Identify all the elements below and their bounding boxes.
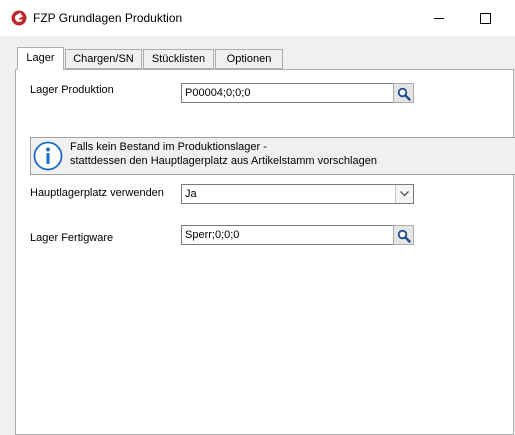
search-icon [397,229,411,243]
app-logo-icon [11,10,27,26]
maximize-icon [480,13,491,24]
tab-lager[interactable]: Lager [17,47,64,70]
hauptlagerplatz-label: Hauptlagerplatz verwenden [30,187,164,199]
hauptlagerplatz-value: Ja [185,188,197,200]
minimize-button[interactable] [416,0,462,36]
maximize-button[interactable] [462,0,508,36]
lager-fertigware-search-button[interactable] [393,225,414,245]
info-text-line-1: Falls kein Bestand im Produktionslager - [70,141,267,153]
client-area: Lager Chargen/SN Stücklisten Optionen La… [0,36,515,435]
tab-panel-lager: Lager Produktion P00004;0;0;0 Falls kein… [15,69,515,435]
title-bar: FZP Grundlagen Produktion [0,0,515,36]
lager-produktion-field[interactable]: P00004;0;0;0 [181,83,394,103]
tab-stuecklisten[interactable]: Stücklisten [143,49,214,69]
chevron-down-icon [400,191,409,197]
info-icon [33,141,63,171]
info-text-line-2: stattdessen den Hauptlagerplatz aus Arti… [70,155,377,167]
lager-produktion-search-button[interactable] [393,83,414,103]
hauptlagerplatz-select[interactable]: Ja [181,184,414,204]
search-icon [397,87,411,101]
lager-produktion-label: Lager Produktion [30,84,114,96]
lager-fertigware-label: Lager Fertigware [30,232,114,244]
lager-fertigware-field[interactable]: Sperr;0;0;0 [181,225,394,245]
minimize-icon [434,18,444,19]
info-box: Falls kein Bestand im Produktionslager -… [30,137,515,175]
window-title: FZP Grundlagen Produktion [33,11,183,25]
tab-chargen-sn[interactable]: Chargen/SN [65,49,142,69]
dropdown-button[interactable] [395,185,413,203]
tab-optionen[interactable]: Optionen [215,49,283,69]
